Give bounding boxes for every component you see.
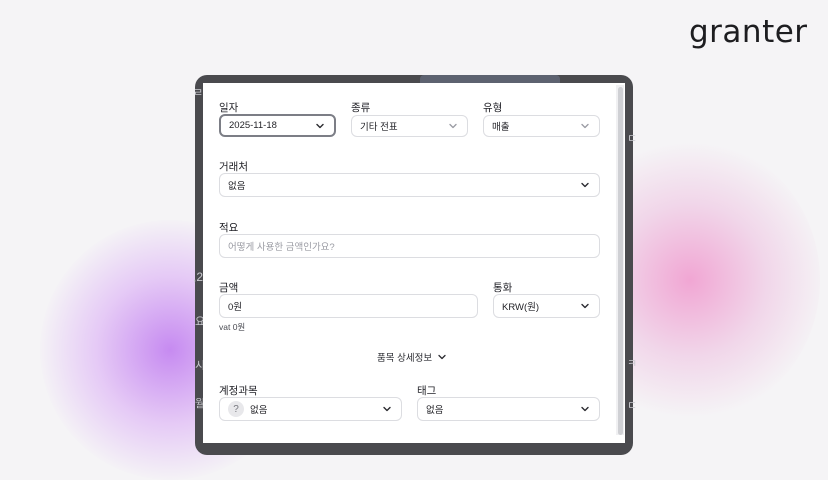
item-details-label: 품목 상세정보 (377, 353, 433, 364)
tag-value: 없음 (426, 405, 444, 416)
chevron-down-icon (436, 351, 448, 363)
chevron-down-icon (314, 120, 326, 132)
chevron-down-icon (579, 300, 591, 312)
kind-select[interactable]: 기타 전표 (351, 115, 468, 137)
currency-label: 통화 (493, 282, 513, 294)
memo-label: 적요 (219, 222, 239, 234)
chevron-down-icon (381, 403, 393, 415)
account-value: 없음 (250, 405, 268, 416)
counterparty-select[interactable]: 없음 (219, 173, 600, 197)
memo-input[interactable]: 어떻게 사용한 금액인가요? (219, 234, 600, 258)
type-label: 유형 (483, 102, 503, 114)
chevron-down-icon (579, 120, 591, 132)
chevron-down-icon (579, 403, 591, 415)
question-icon: ? (228, 401, 244, 417)
currency-value: KRW(원) (502, 302, 540, 313)
kind-value: 기타 전표 (360, 122, 398, 133)
date-select[interactable]: 2025-11-18 (219, 114, 336, 137)
currency-select[interactable]: KRW(원) (493, 294, 600, 318)
date-label: 일자 (219, 102, 239, 114)
amount-label: 금액 (219, 282, 239, 294)
background-window-strip (420, 75, 560, 83)
account-label: 계정과목 (219, 385, 258, 397)
item-details-toggle[interactable]: 품목 상세정보 (377, 350, 448, 364)
amount-value: 0원 (228, 302, 243, 313)
amount-input[interactable]: 0원 (219, 294, 478, 318)
counterparty-value: 없음 (228, 181, 246, 192)
type-value: 매출 (492, 122, 510, 133)
scrollbar-thumb[interactable] (618, 87, 623, 435)
background-peek-text: ㄷ (627, 133, 638, 145)
background-peek-text: ,2 (193, 270, 204, 284)
counterparty-label: 거래처 (219, 161, 248, 173)
tag-select[interactable]: 없음 (417, 397, 600, 421)
chevron-down-icon (447, 120, 459, 132)
granter-logo: granter (689, 14, 808, 50)
kind-label: 종류 (351, 102, 371, 114)
background-peek-text: ㄹ (193, 87, 204, 99)
background-peek-text: ㄷ (627, 400, 638, 412)
type-select[interactable]: 매출 (483, 115, 600, 137)
tag-label: 태그 (417, 385, 437, 397)
account-select[interactable]: ? 없음 (219, 397, 402, 421)
transaction-form-panel (203, 83, 625, 443)
chevron-down-icon (579, 179, 591, 191)
background-peek-text: ㅋ (627, 358, 638, 370)
date-value: 2025-11-18 (229, 120, 277, 131)
memo-placeholder: 어떻게 사용한 금액인가요? (228, 242, 335, 253)
vat-hint: vat 0원 (219, 322, 246, 332)
